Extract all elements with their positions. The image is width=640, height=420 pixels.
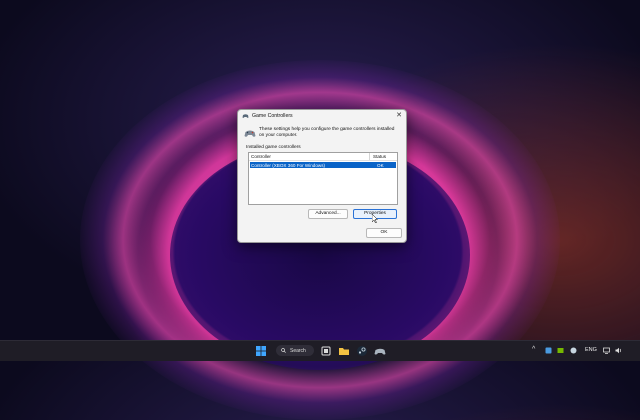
- controller-status: OK: [377, 162, 384, 168]
- taskbar: Search ^ ENG: [0, 340, 640, 361]
- controller-name: Controller (XBOX 360 For Windows): [251, 162, 326, 168]
- dialog-titlebar[interactable]: Game Controllers ✕: [238, 110, 406, 122]
- ok-button[interactable]: OK: [366, 228, 402, 238]
- list-header: Controller Status: [249, 153, 397, 161]
- list-item[interactable]: Controller (XBOX 360 For Windows) OK: [250, 162, 396, 168]
- controller-list[interactable]: Controller Status Controller (XBOX 360 F…: [248, 152, 398, 205]
- app-tray-icon[interactable]: [545, 347, 552, 354]
- close-button[interactable]: ✕: [394, 111, 404, 121]
- file-explorer-icon[interactable]: [338, 345, 350, 357]
- steam-icon[interactable]: [356, 345, 368, 357]
- volume-icon[interactable]: [615, 347, 622, 354]
- nvidia-icon[interactable]: [557, 347, 564, 354]
- column-header-controller[interactable]: Controller: [251, 154, 271, 159]
- gamepad-icon: [244, 130, 256, 137]
- language-indicator[interactable]: ENG: [585, 347, 597, 353]
- taskbar-search-box[interactable]: Search: [276, 345, 314, 356]
- dialog-title: Game Controllers: [252, 113, 293, 119]
- task-view-icon[interactable]: [320, 345, 332, 357]
- search-icon: [281, 348, 286, 353]
- search-label: Search: [290, 347, 306, 354]
- gamepad-icon: [242, 114, 249, 118]
- chevron-up-icon[interactable]: ^: [532, 346, 535, 353]
- game-controllers-dialog: Game Controllers ✕ These settings help y…: [237, 109, 407, 243]
- windows-start-icon[interactable]: [255, 345, 267, 357]
- column-header-status[interactable]: Status: [373, 154, 386, 159]
- dialog-intro-text: These settings help you configure the ga…: [259, 127, 395, 138]
- advanced-button[interactable]: Advanced...: [308, 209, 348, 219]
- game-controller-icon[interactable]: [374, 345, 386, 357]
- column-divider[interactable]: [369, 153, 370, 160]
- mouse-cursor-icon: [372, 214, 378, 223]
- installed-controllers-label: Installed game controllers: [246, 145, 301, 150]
- network-icon[interactable]: [603, 347, 610, 354]
- steam-tray-icon[interactable]: [570, 347, 577, 354]
